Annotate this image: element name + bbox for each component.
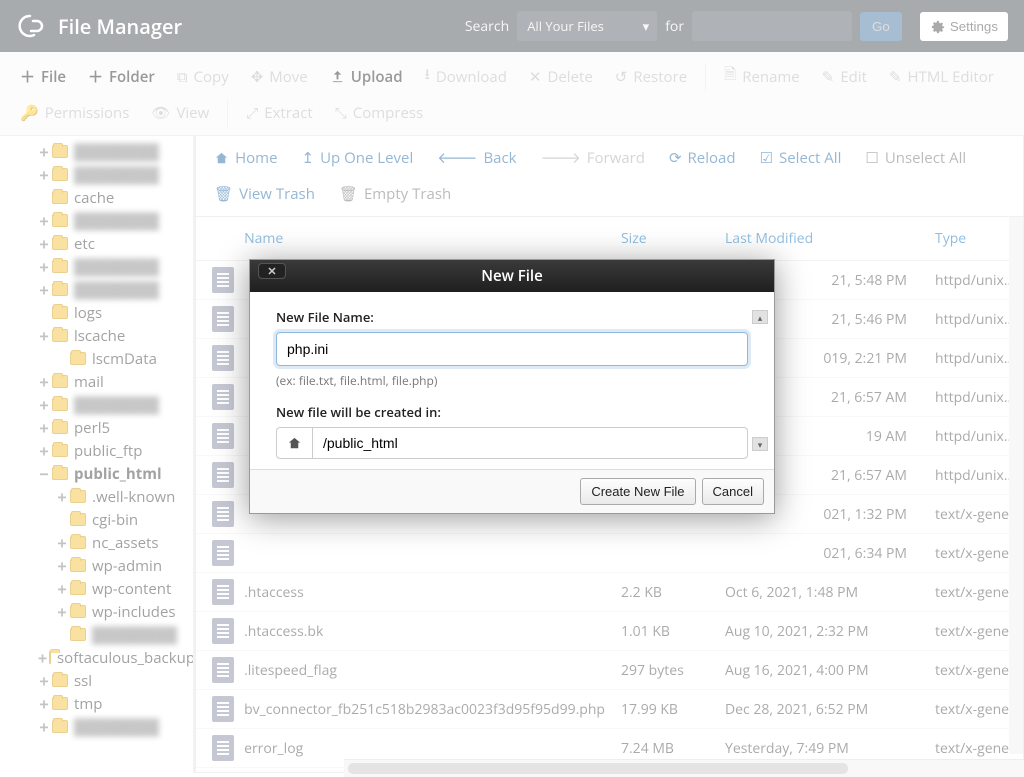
filename-label: New File Name: [276,308,748,326]
filename-input[interactable] [276,332,748,366]
home-icon [287,436,302,451]
path-input[interactable] [312,427,748,459]
dialog-close-button[interactable]: ✕ [258,263,286,279]
path-label: New file will be created in: [276,403,748,421]
cancel-button[interactable]: Cancel [702,478,764,505]
create-new-file-button[interactable]: Create New File [580,478,695,505]
dialog-scrollbar[interactable]: ▴▾ [752,310,768,451]
dialog-title-bar: ✕ New File [250,260,774,292]
filename-hint: (ex: file.txt, file.html, file.php) [276,372,748,389]
dialog-title: New File [481,266,543,286]
path-home-button[interactable] [276,427,312,459]
new-file-dialog: ✕ New File New File Name: (ex: file.txt,… [249,259,775,514]
